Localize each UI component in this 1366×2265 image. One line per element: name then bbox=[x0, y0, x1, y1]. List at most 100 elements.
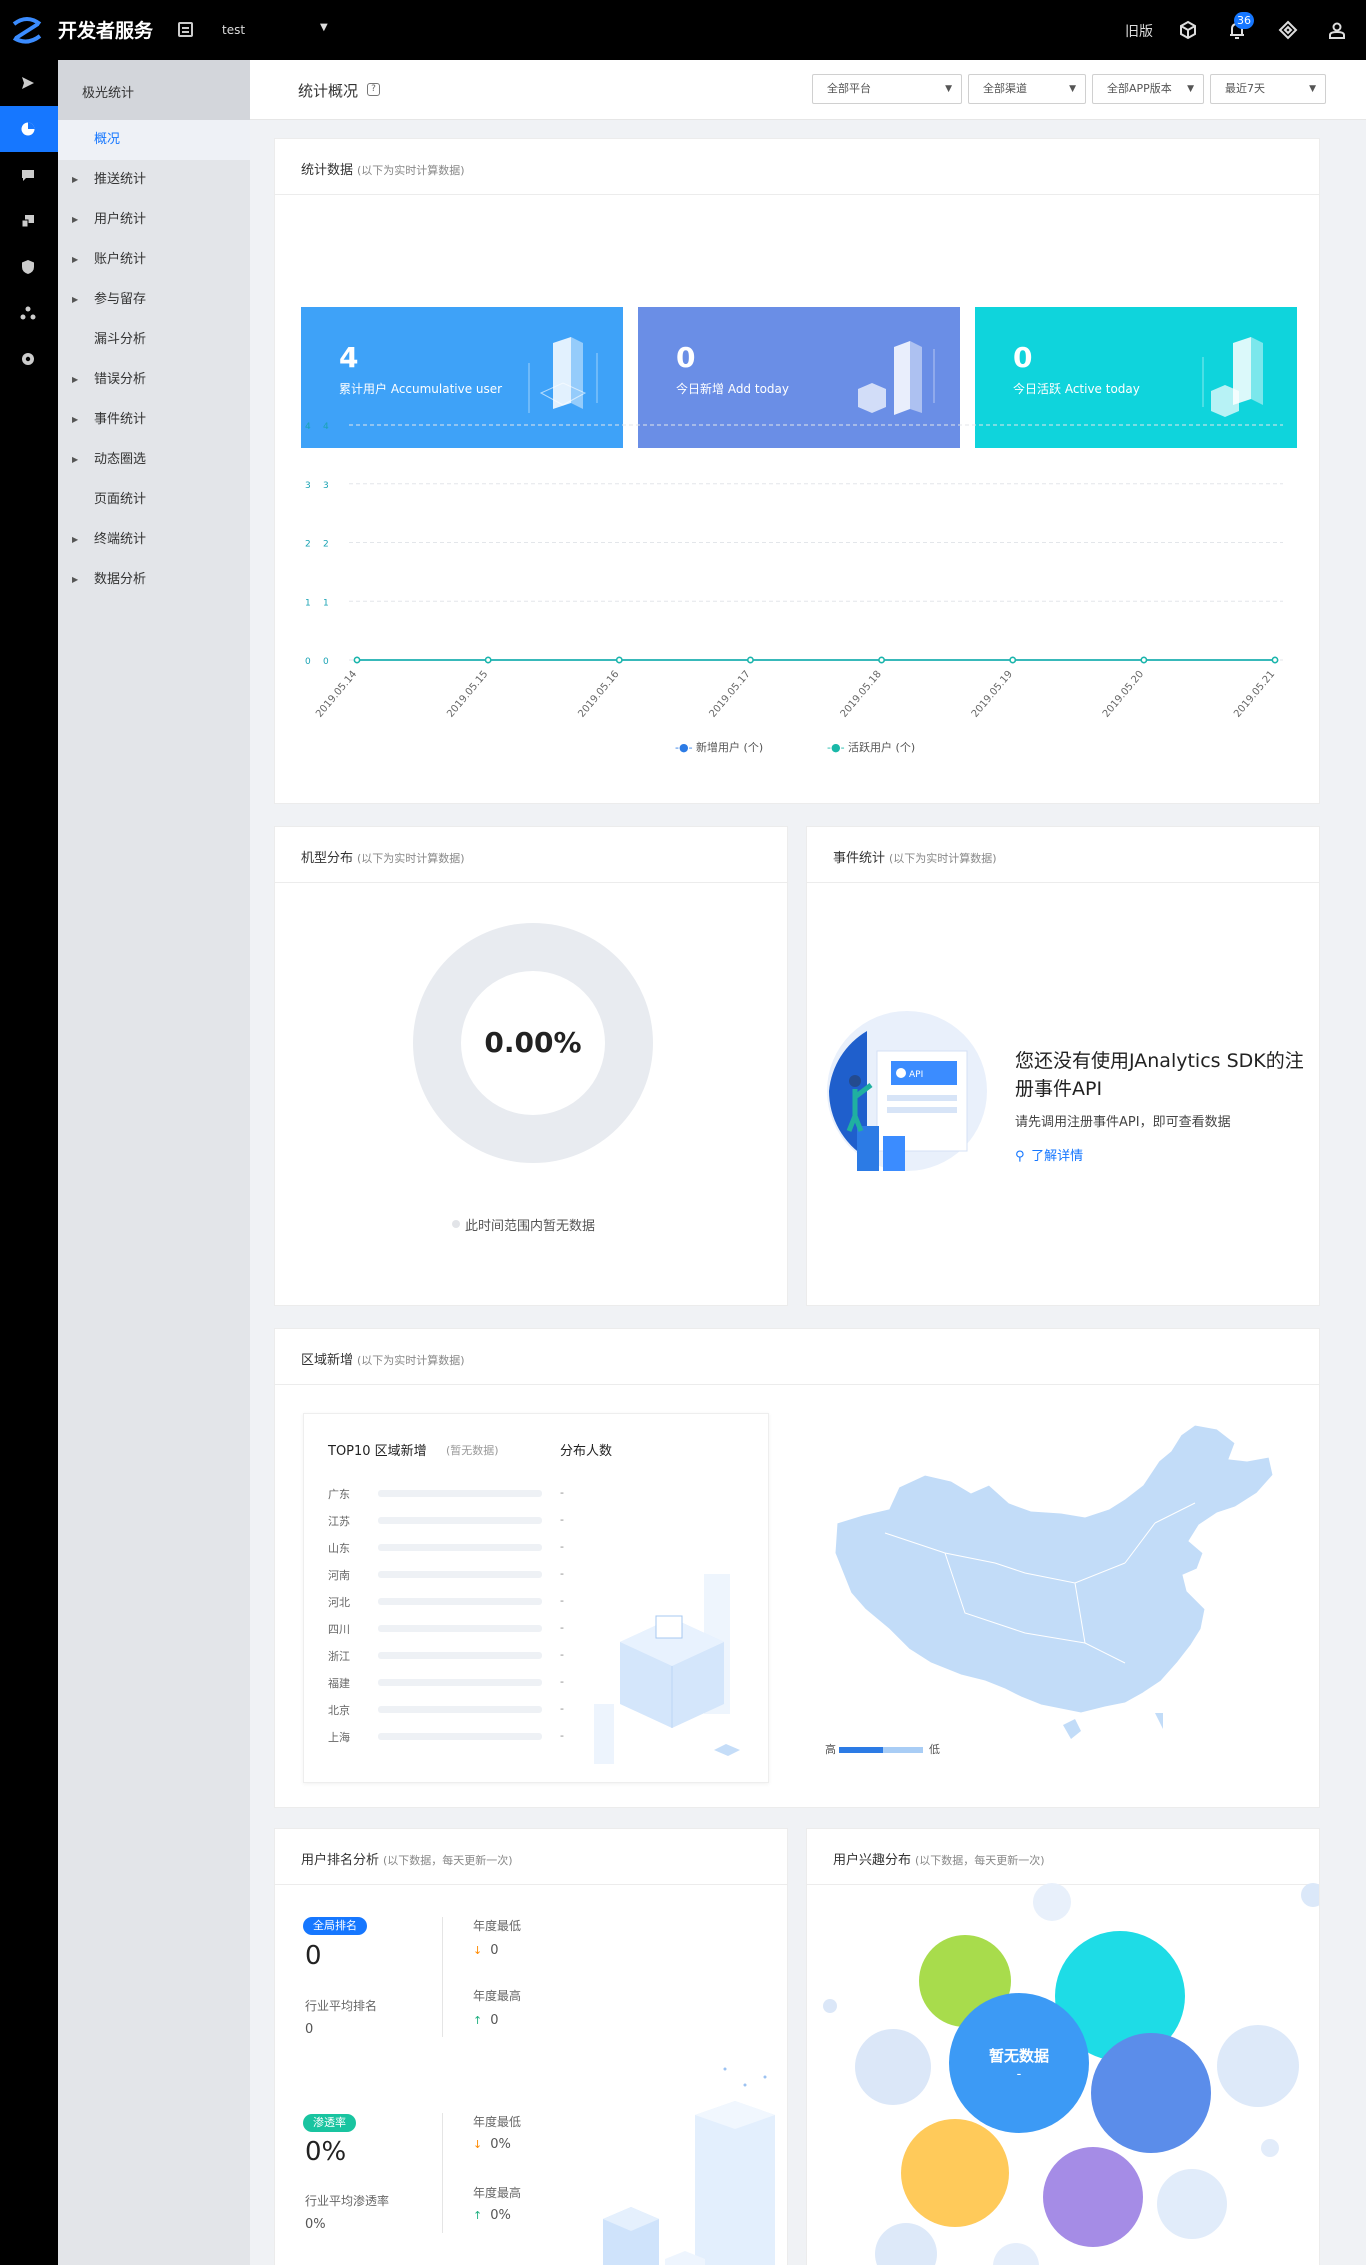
sidebar-item-label: 参与留存 bbox=[94, 292, 147, 307]
sidebar-item-terminals[interactable]: ▶ 终端统计 bbox=[58, 520, 250, 560]
sidebar-item-label: 事件统计 bbox=[94, 412, 147, 427]
app-selector[interactable]: test bbox=[222, 23, 245, 37]
sidebar-item-data-analysis[interactable]: ▶ 数据分析 bbox=[58, 560, 250, 600]
arrow-up-icon: ↑ bbox=[473, 2014, 483, 2027]
region-row-city: 广东 bbox=[328, 1488, 350, 1501]
data-point bbox=[878, 656, 885, 664]
divider bbox=[442, 1917, 443, 2037]
y-tick-label: 2 bbox=[305, 540, 311, 550]
arrow-down-icon: ↓ bbox=[473, 2138, 483, 2151]
year-high-rank-value: 0 bbox=[490, 2013, 499, 2028]
rail-push[interactable] bbox=[0, 60, 58, 106]
rail-security[interactable] bbox=[0, 244, 58, 290]
card-header: 事件统计 (以下为实时计算数据) bbox=[807, 827, 1319, 883]
platform-filter[interactable]: 全部平台 ▼ bbox=[812, 74, 962, 104]
region-row-bar bbox=[378, 1598, 542, 1605]
sidebar-item-label: 用户统计 bbox=[94, 212, 147, 227]
data-point bbox=[747, 656, 754, 664]
sidebar-item-label: 动态圈选 bbox=[94, 452, 147, 467]
region-row-value: - bbox=[560, 1540, 564, 1553]
region-row-bar bbox=[378, 1625, 542, 1632]
logo-icon[interactable] bbox=[10, 16, 44, 44]
caret-right-icon: ▶ bbox=[72, 295, 79, 304]
interest-bubble bbox=[1261, 2139, 1279, 2157]
legend-new-users[interactable]: -●- 新增用户 (个) bbox=[675, 739, 763, 755]
channel-filter[interactable]: 全部渠道 ▼ bbox=[968, 74, 1086, 104]
region-row-value: - bbox=[560, 1513, 564, 1526]
user-interest-card: 用户兴趣分布 (以下数据，每天更新一次) 暂无数据 - bbox=[806, 1828, 1320, 2265]
region-row-city: 福建 bbox=[328, 1677, 350, 1690]
rail-organization[interactable] bbox=[0, 290, 58, 336]
sidebar-item-funnel[interactable]: 漏斗分析 bbox=[58, 320, 250, 360]
region-row-city: 山东 bbox=[328, 1542, 350, 1555]
region-row-bar bbox=[378, 1733, 542, 1740]
y-tick-label: 0 bbox=[305, 657, 311, 667]
rail-message[interactable] bbox=[0, 152, 58, 198]
sidebar-item-events[interactable]: ▶ 事件统计 bbox=[58, 400, 250, 440]
app-version-filter[interactable]: 全部APP版本 ▼ bbox=[1092, 74, 1204, 104]
interest-bubble bbox=[1091, 2033, 1211, 2153]
divider bbox=[442, 2113, 443, 2233]
caret-right-icon: ▶ bbox=[72, 175, 79, 184]
region-row-city: 四川 bbox=[328, 1623, 350, 1636]
sidebar-item-retention[interactable]: ▶ 参与留存 bbox=[58, 280, 250, 320]
y-tick-label: 4 bbox=[305, 422, 311, 432]
diamond-icon[interactable] bbox=[1276, 18, 1300, 42]
user-icon[interactable] bbox=[1325, 18, 1349, 42]
legend-active-users[interactable]: -●- 活跃用户 (个) bbox=[827, 739, 915, 755]
caret-right-icon: ▶ bbox=[72, 535, 79, 544]
year-low-pen: ↓ 0% bbox=[473, 2137, 511, 2152]
sidebar-item-push-stats[interactable]: ▶ 推送统计 bbox=[58, 160, 250, 200]
rail-settings[interactable] bbox=[0, 336, 58, 382]
sidebar-item-user-stats[interactable]: ▶ 用户统计 bbox=[58, 200, 250, 240]
data-point bbox=[484, 656, 492, 664]
date-range-filter[interactable]: 最近7天 ▼ bbox=[1210, 74, 1326, 104]
industry-avg-rank-label: 行业平均排名 bbox=[305, 1999, 378, 2013]
chevron-down-icon: ▼ bbox=[1069, 84, 1076, 94]
sidebar: 极光统计 概况 ▶ 推送统计 ▶ 用户统计 ▶ 账户统计 ▶ 参与留存 漏斗分析 ▶ 错误… bbox=[58, 60, 250, 2265]
data-point bbox=[1271, 656, 1279, 664]
legend-marker-icon: -●- bbox=[675, 741, 693, 754]
chevron-down-icon[interactable]: ▼ bbox=[320, 22, 328, 33]
rail-devices[interactable] bbox=[0, 198, 58, 244]
caret-right-icon: ▶ bbox=[72, 215, 79, 224]
help-icon[interactable]: ? bbox=[367, 83, 380, 96]
sidebar-item-overview[interactable]: 概况 bbox=[58, 120, 250, 160]
donut-percent: 0.00% bbox=[461, 971, 605, 1115]
old-version-link[interactable]: 旧版 bbox=[1125, 21, 1153, 41]
caret-right-icon: ▶ bbox=[72, 255, 79, 264]
app-icon bbox=[178, 22, 193, 37]
global-rank-tag: 全局排名 bbox=[303, 1917, 367, 1935]
api-badge: API bbox=[909, 1070, 923, 1080]
card-note: (以下为实时计算数据) bbox=[357, 852, 465, 865]
card-note: (以下为实时计算数据) bbox=[889, 852, 997, 865]
box-illustration-icon bbox=[594, 1574, 740, 1764]
region-row-bar bbox=[378, 1490, 542, 1497]
sub-header: 统计概况 ? 全部平台 ▼ 全部渠道 ▼ 全部APP版本 ▼ 最近7天 ▼ bbox=[250, 60, 1366, 120]
region-row-city: 河北 bbox=[328, 1596, 350, 1609]
notification-badge: 36 bbox=[1234, 12, 1254, 29]
industry-avg-pen-value: 0% bbox=[305, 2217, 326, 2232]
data-point bbox=[353, 656, 361, 664]
arrow-down-icon: ↓ bbox=[473, 1944, 483, 1957]
sidebar-item-errors[interactable]: ▶ 错误分析 bbox=[58, 360, 250, 400]
shield-icon bbox=[22, 260, 34, 274]
app-version-filter-value: 全部APP版本 bbox=[1107, 82, 1172, 95]
legend-dot-icon bbox=[452, 1220, 460, 1228]
y-tick-label: 3 bbox=[305, 481, 311, 491]
y-tick-label: 3 bbox=[323, 481, 329, 491]
cube-icon[interactable] bbox=[1176, 18, 1200, 42]
sidebar-item-pages[interactable]: 页面统计 bbox=[58, 480, 250, 520]
devices-icon bbox=[21, 215, 34, 228]
card-header: 用户排名分析 (以下数据，每天更新一次) bbox=[275, 1829, 787, 1885]
api-illustration-icon: API bbox=[827, 1011, 987, 1171]
trend-line-chart: 0 0 1 1 2 2 3 3 4 4 2019.05.14 2019.05.15 2019.05.16… bbox=[305, 422, 1283, 720]
sidebar-item-account-stats[interactable]: ▶ 账户统计 bbox=[58, 240, 250, 280]
rail-statistics[interactable] bbox=[0, 106, 58, 152]
learn-more-link[interactable]: ⚲ 了解详情 bbox=[1015, 1145, 1083, 1164]
sidebar-item-dynamic-select[interactable]: ▶ 动态圈选 bbox=[58, 440, 250, 480]
card-title: 机型分布 bbox=[301, 851, 354, 866]
user-rank-card: 用户排名分析 (以下数据，每天更新一次) 全局排名 0 行业平均排名 0 年度最低… bbox=[274, 1828, 788, 2265]
message-icon bbox=[22, 170, 34, 181]
card-title: 区域新增 bbox=[301, 1353, 354, 1368]
